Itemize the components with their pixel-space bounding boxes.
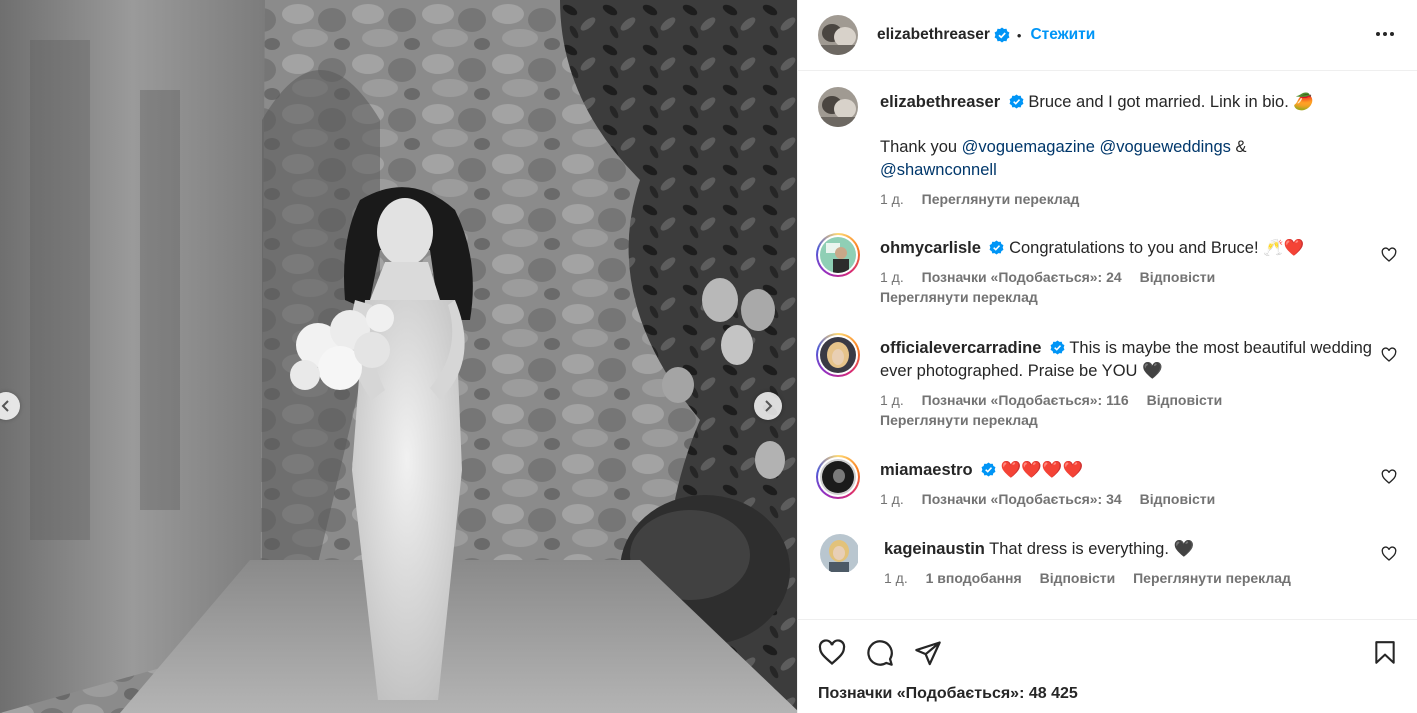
verified-badge-icon: [990, 240, 1004, 255]
caption-text: Bruce and I got married. Link in bio. 🥭: [1028, 93, 1314, 111]
commenter-username[interactable]: ohmycarlisle: [880, 239, 981, 257]
heart-icon[interactable]: [1381, 546, 1397, 562]
author-username[interactable]: elizabethreaser: [877, 26, 990, 44]
comment-meta: 1 д. 1 вподобання Відповісти Переглянути…: [884, 568, 1397, 588]
translate-link[interactable]: Переглянути переклад: [922, 191, 1080, 207]
instagram-post-view: elizabethreaser • Стежити elizabethrease…: [0, 0, 1417, 713]
comment-meta: 1 д. Позначки «Подобається»: 24 Відповіс…: [880, 267, 1397, 287]
translate-link[interactable]: Переглянути переклад: [880, 410, 1397, 430]
mention-link[interactable]: @shawnconnell: [880, 161, 997, 179]
heart-icon[interactable]: [1381, 247, 1397, 263]
comment-likes[interactable]: 1 вподобання: [926, 570, 1022, 586]
comment-likes[interactable]: Позначки «Подобається»: 24: [922, 269, 1122, 285]
post-header: elizabethreaser • Стежити: [798, 0, 1417, 71]
comment-time[interactable]: 1 д.: [880, 392, 904, 408]
wedding-photo-image: [0, 0, 797, 713]
commenter-avatar[interactable]: [820, 534, 860, 574]
translate-link[interactable]: Переглянути переклад: [1133, 570, 1291, 586]
mention-link[interactable]: @vogueweddings: [1099, 138, 1230, 156]
caption-author-avatar[interactable]: [818, 87, 858, 127]
commenter-username[interactable]: kageinaustin: [884, 540, 985, 558]
caption-thanks: Thank you @voguemagazine @vogueweddings …: [880, 136, 1397, 182]
next-photo-button[interactable]: [754, 392, 782, 420]
reply-button[interactable]: Відповісти: [1140, 269, 1216, 285]
author-avatar[interactable]: [818, 15, 858, 55]
likes-count[interactable]: Позначки «Подобається»: 48 425: [818, 685, 1398, 703]
post-photo[interactable]: [0, 0, 797, 713]
story-ring[interactable]: [816, 233, 860, 277]
story-ring[interactable]: [816, 455, 860, 499]
bookmark-icon[interactable]: [1372, 639, 1398, 667]
comment-text: Congratulations to you and Bruce! 🥂❤️: [1009, 239, 1305, 257]
comment-row: miamaestro ❤️❤️❤️❤️ 1 д. Позначки «Подоб…: [816, 455, 1397, 509]
chevron-right-icon: [765, 400, 773, 412]
commenter-username[interactable]: miamaestro: [880, 461, 973, 479]
comment-time[interactable]: 1 д.: [880, 491, 904, 507]
reply-button[interactable]: Відповісти: [1140, 491, 1216, 507]
follow-button[interactable]: Стежити: [1030, 26, 1095, 44]
comment-row: officialevercarradine This is maybe the …: [816, 333, 1397, 430]
verified-badge-icon: [994, 27, 1010, 43]
commenter-username[interactable]: officialevercarradine: [880, 339, 1041, 357]
story-ring[interactable]: [816, 333, 860, 377]
heart-icon[interactable]: [1381, 347, 1397, 363]
post-actions-bar: Позначки «Подобається»: 48 425: [798, 619, 1417, 713]
comment-meta: 1 д. Позначки «Подобається»: 34 Відповіс…: [880, 489, 1397, 509]
caption-username[interactable]: elizabethreaser: [880, 93, 1000, 111]
commenter-avatar: [820, 459, 856, 495]
caption-row: elizabethreaser Bruce and I got married.…: [818, 87, 1397, 209]
comment-row: kageinaustin That dress is everything. 🖤…: [818, 534, 1397, 588]
comment-text: ❤️❤️❤️❤️: [1000, 461, 1084, 479]
commenter-avatar: [820, 237, 856, 273]
heart-icon[interactable]: [1381, 469, 1397, 485]
post-side-panel: elizabethreaser • Стежити elizabethrease…: [797, 0, 1417, 713]
reply-button[interactable]: Відповісти: [1040, 570, 1116, 586]
comment-row: ohmycarlisle Congratulations to you and …: [816, 233, 1397, 307]
translate-link[interactable]: Переглянути переклад: [880, 287, 1397, 307]
caption-meta: 1 д. Переглянути переклад: [880, 189, 1397, 209]
share-icon[interactable]: [914, 639, 942, 667]
reply-button[interactable]: Відповісти: [1147, 392, 1223, 408]
verified-badge-icon: [1009, 94, 1024, 109]
caption-ampersand: &: [1235, 138, 1247, 156]
caption-thanks-prefix: Thank you: [880, 138, 958, 156]
mention-link[interactable]: @voguemagazine: [962, 138, 1095, 156]
comment-meta: 1 д. Позначки «Подобається»: 116 Відпові…: [880, 390, 1397, 410]
verified-badge-icon: [981, 462, 996, 477]
comment-text: That dress is everything. 🖤: [989, 540, 1195, 558]
comment-likes[interactable]: Позначки «Подобається»: 116: [922, 392, 1129, 408]
comment-time[interactable]: 1 д.: [880, 269, 904, 285]
commenter-avatar: [820, 337, 856, 373]
comment-icon[interactable]: [866, 639, 894, 667]
comments-list[interactable]: elizabethreaser Bruce and I got married.…: [798, 71, 1417, 619]
heart-icon[interactable]: [818, 639, 846, 667]
comment-time[interactable]: 1 д.: [884, 570, 908, 586]
verified-badge-icon: [1050, 340, 1065, 355]
separator-dot: •: [1016, 27, 1022, 43]
chevron-left-icon: [1, 400, 9, 412]
caption-time[interactable]: 1 д.: [880, 191, 904, 207]
more-options-icon[interactable]: [1373, 22, 1397, 46]
comment-likes[interactable]: Позначки «Подобається»: 34: [922, 491, 1122, 507]
